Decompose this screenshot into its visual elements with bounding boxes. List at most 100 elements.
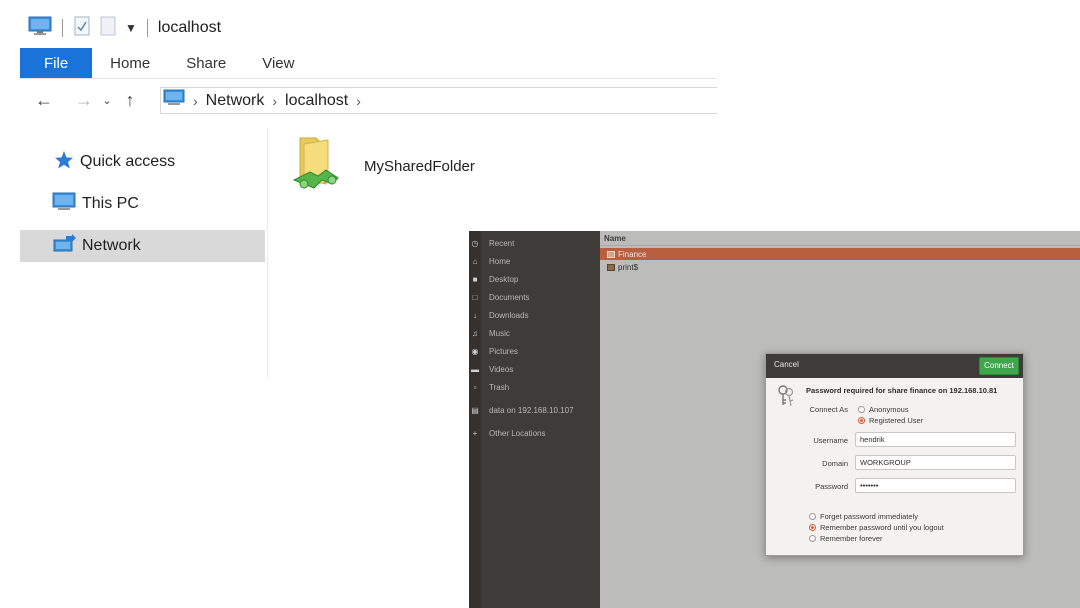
nav-item-network[interactable]: Network: [20, 230, 265, 262]
share-folder-icon: [607, 250, 615, 258]
list-item[interactable]: Finance: [600, 248, 1080, 260]
radio-selected-icon: [858, 417, 865, 424]
back-arrow-icon[interactable]: ←: [30, 90, 58, 111]
connect-as-label: Connect As: [809, 405, 848, 414]
sidebar-item-label: Pictures: [489, 346, 518, 356]
title-separator: [62, 19, 63, 37]
domain-field[interactable]: WORKGROUP: [855, 455, 1016, 470]
star-icon: [52, 150, 74, 175]
sidebar-item-recent[interactable]: ◷ Recent: [469, 235, 600, 251]
breadcrumb-network[interactable]: Network: [206, 92, 265, 110]
sidebar-item-downloads[interactable]: ↓ Downloads: [469, 307, 600, 323]
sidebar-item-label: Trash: [489, 382, 510, 392]
item-label: MySharedFolder: [364, 158, 475, 175]
sidebar-item-other-locations[interactable]: + Other Locations: [469, 425, 600, 441]
up-arrow-icon[interactable]: ↑: [116, 90, 144, 111]
radio-label: Anonymous: [869, 405, 909, 414]
sidebar-item-videos[interactable]: ▬ Videos: [469, 361, 600, 377]
camera-icon: ◉: [471, 346, 479, 356]
title-separator: [146, 19, 148, 37]
sidebar-item-desktop[interactable]: ■ Desktop: [469, 271, 600, 287]
radio-registered-user[interactable]: Registered User: [858, 416, 923, 425]
domain-label: Domain: [822, 459, 848, 468]
radio-label: Registered User: [869, 416, 924, 425]
breadcrumb-localhost[interactable]: localhost: [285, 92, 348, 110]
trash-icon: ▫: [473, 382, 477, 392]
forward-arrow-icon[interactable]: →: [70, 90, 98, 111]
tab-file[interactable]: File: [20, 48, 93, 78]
sidebar-item-pictures[interactable]: ◉ Pictures: [469, 343, 600, 359]
radio-remember-until-logout[interactable]: Remember password until you logout: [809, 523, 944, 532]
nav-item-this-pc[interactable]: This PC: [20, 188, 265, 220]
new-folder-icon[interactable]: [99, 16, 117, 41]
shared-folder-item[interactable]: MySharedFolder: [292, 132, 475, 201]
dialog-header-bar: Cancel Connect: [766, 354, 1023, 378]
clock-icon: ◷: [471, 238, 479, 248]
sidebar-item-trash[interactable]: ▫ Trash: [469, 379, 600, 395]
properties-icon[interactable]: [73, 16, 91, 41]
sidebar-item-home[interactable]: ⌂ Home: [469, 253, 600, 269]
computer-icon: [52, 192, 76, 217]
password-label: Password: [815, 482, 848, 491]
cancel-button[interactable]: Cancel: [774, 360, 799, 369]
radio-label: Remember forever: [820, 534, 883, 543]
sidebar-icon-strip: [469, 231, 481, 608]
drive-icon: ▤: [471, 405, 479, 415]
radio-anonymous[interactable]: Anonymous: [858, 405, 909, 414]
files-window: ◷ Recent ⌂ Home ■ Desktop □ Documents ↓ …: [469, 231, 1080, 608]
desktop-icon: ■: [472, 274, 478, 284]
radio-icon: [858, 406, 865, 413]
home-icon: ⌂: [472, 256, 478, 266]
tab-view[interactable]: View: [244, 48, 312, 78]
radio-forget-password[interactable]: Forget password immediately: [809, 512, 918, 521]
video-icon: ▬: [471, 364, 479, 374]
sidebar-item-network-drive[interactable]: ▤ data on 192.168.10.107: [469, 402, 600, 418]
recent-locations-chevron-icon[interactable]: ⌄: [98, 94, 116, 107]
nav-item-label: Quick access: [80, 153, 176, 170]
download-icon: ↓: [473, 310, 477, 320]
quick-access-dropdown-icon[interactable]: ▼: [125, 21, 137, 35]
window-title: localhost: [157, 19, 222, 36]
sidebar-item-label: Other Locations: [489, 428, 546, 438]
computer-icon[interactable]: [28, 16, 52, 41]
dialog-title: Password required for share finance on 1…: [806, 386, 998, 395]
tab-home[interactable]: Home: [92, 48, 168, 78]
sidebar-item-label: Downloads: [489, 310, 529, 320]
ribbon-tabs: File Home Share View: [20, 48, 717, 79]
sidebar-item-documents[interactable]: □ Documents: [469, 289, 600, 305]
sidebar-item-label: Documents: [489, 292, 530, 302]
navigation-bar: ← → ⌄ ↑ › Network › localhost ›: [20, 84, 717, 116]
sidebar-item-music[interactable]: ♫ Music: [469, 325, 600, 341]
nav-item-label: Network: [82, 237, 141, 254]
username-field[interactable]: hendrik: [855, 432, 1016, 447]
nav-item-quick-access[interactable]: Quick access: [20, 146, 265, 178]
share-folder-icon: [607, 263, 615, 271]
column-header-name[interactable]: Name: [600, 231, 1080, 246]
shared-folder-icon: [292, 132, 352, 201]
files-sidebar: ◷ Recent ⌂ Home ■ Desktop □ Documents ↓ …: [469, 231, 600, 608]
navigation-pane: Quick access This PC Network: [20, 128, 268, 378]
list-item[interactable]: print$: [600, 261, 1080, 273]
password-field[interactable]: •••••••: [855, 478, 1016, 493]
breadcrumb-separator-icon: ›: [356, 92, 361, 109]
tab-share[interactable]: Share: [168, 48, 244, 78]
radio-icon: [809, 513, 816, 520]
file-list: Name Finance print$ Cancel Connect Passw…: [600, 231, 1080, 608]
computer-icon: [163, 89, 185, 112]
sidebar-item-label: Desktop: [489, 274, 519, 284]
nav-item-label: This PC: [82, 195, 139, 212]
address-bar[interactable]: › Network › localhost ›: [160, 87, 717, 114]
title-bar: ▼ localhost: [28, 14, 221, 42]
sidebar-item-label: Music: [489, 328, 510, 338]
list-item-label: print$: [618, 262, 639, 272]
radio-icon: [809, 535, 816, 542]
radio-remember-forever[interactable]: Remember forever: [809, 534, 883, 543]
radio-selected-icon: [809, 524, 816, 531]
connect-button[interactable]: Connect: [979, 357, 1019, 375]
password-dialog: Cancel Connect Password required for sha…: [765, 353, 1024, 556]
radio-label: Remember password until you logout: [820, 523, 944, 532]
sidebar-item-label: Home: [489, 256, 511, 266]
plus-icon: +: [472, 428, 478, 438]
breadcrumb-separator-icon: ›: [193, 92, 198, 109]
network-icon: [52, 233, 76, 259]
